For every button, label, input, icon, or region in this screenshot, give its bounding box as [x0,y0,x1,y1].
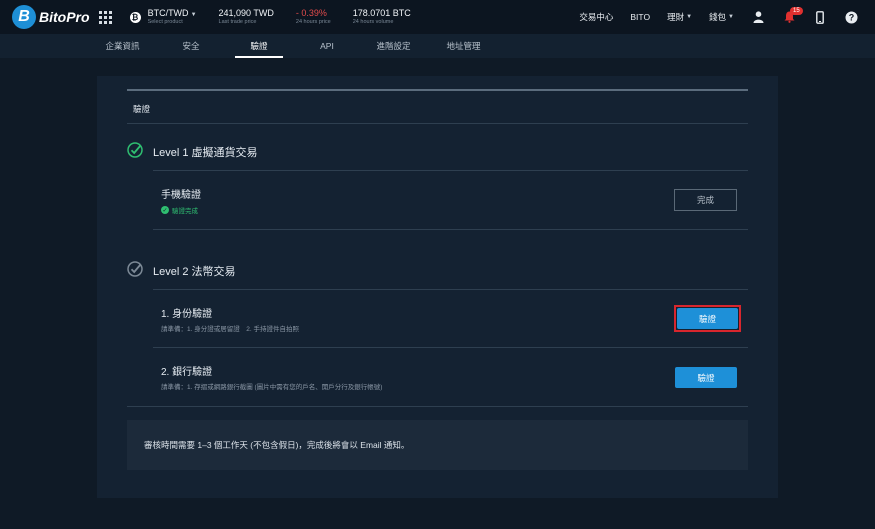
volume-value: 178.0701 BTC [352,7,411,18]
nav-wallet-label: 錢包 [709,12,727,22]
tab-security[interactable]: 安全 [168,34,214,58]
section-title: 驗證 [133,104,151,114]
price-change-label: 24 hours price [295,18,331,25]
review-time-notice: 審核時間需要 1–3 個工作天 (不包含假日)，完成後將會以 Email 通知。 [127,420,748,470]
bank-verification-requirements: 請準備：1. 存摺或網路銀行截圖 (圖片中需有您的戶名、開戶分行及銀行帳號) [161,384,383,391]
divider [127,406,748,407]
settings-tabs: 企業資訊 安全 驗證 API 進階設定 地址管理 [0,34,875,58]
nav-finance-label: 理財 [667,12,685,22]
tab-company-info[interactable]: 企業資訊 [95,34,150,58]
tab-verification[interactable]: 驗證 [235,34,283,58]
nav-bito[interactable]: BITO [630,12,650,22]
bank-verify-button[interactable]: 驗證 [675,367,737,388]
nav-finance[interactable]: 理財 ▼ [667,11,692,23]
nav-wallet[interactable]: 錢包 ▼ [709,11,734,23]
divider [153,289,748,290]
user-icon[interactable] [751,10,765,24]
brand-logo[interactable]: B BitoPro [12,0,90,34]
tab-address-management[interactable]: 地址管理 [436,34,491,58]
tab-api[interactable]: API [305,34,349,58]
top-right-nav: 交易中心 BITO 理財 ▼ 錢包 ▼ 15 ? [579,0,875,34]
level1-title: Level 1 虛擬通貨交易 [153,147,258,159]
tab-advanced-settings[interactable]: 進階設定 [366,34,421,58]
price-change-value: - 0.39% [295,7,327,18]
last-price: 241,090 TWD Last trade price [218,7,274,26]
apps-grid-icon[interactable] [98,10,112,24]
last-price-label: Last trade price [218,18,257,25]
divider [153,170,748,171]
pair-selector[interactable]: BTC/TWD ▼ Select product [147,7,197,26]
chevron-down-icon: ▼ [728,14,734,20]
pair-sub-label: Select product [147,18,183,25]
divider [127,123,748,124]
last-price-value: 241,090 TWD [218,7,274,18]
help-icon[interactable]: ? [844,10,858,24]
phone-verification-status-text: 驗證完成 [172,208,198,215]
bitopro-logo-icon: B [12,5,36,29]
volume-label: 24 hours volume [352,18,394,25]
ticker-bar: ₿ BTC/TWD ▼ Select product 241,090 TWD La… [129,7,433,26]
phone-verification-title: 手機驗證 [161,190,201,201]
divider [153,347,748,348]
notification-count-badge: 15 [790,7,803,15]
level2-check-icon [127,261,143,277]
nav-exchange[interactable]: 交易中心 [579,11,613,23]
panel-top-border [127,89,748,91]
brand-name: BitoPro [39,9,90,25]
chevron-down-icon: ▼ [686,14,693,20]
bank-verification-title: 2. 銀行驗證 [161,367,213,378]
identity-verification-title: 1. 身份驗證 [161,309,213,320]
mobile-app-icon[interactable] [813,10,827,24]
level2-title: Level 2 法幣交易 [153,266,236,278]
notification-bell-icon[interactable]: 15 [782,7,803,24]
svg-text:?: ? [848,12,854,22]
identity-verification-requirements: 請準備：1. 身分證或居留證 2. 手持證件自拍照 [161,326,299,333]
pair-label: BTC/TWD [147,7,189,18]
level1-check-icon [127,142,143,158]
identity-verify-button[interactable]: 驗證 [677,308,738,329]
volume: 178.0701 BTC 24 hours volume [352,7,411,26]
top-header: B BitoPro ₿ BTC/TWD ▼ Select product 241,… [0,0,875,34]
bitcoin-icon: ₿ [129,11,141,23]
check-circle-icon: ✓ [161,206,169,214]
divider [153,229,748,230]
phone-verification-status: ✓ 驗證完成 [161,205,198,215]
chevron-down-icon: ▼ [190,11,197,18]
price-change: - 0.39% 24 hours price [295,7,331,26]
phone-verification-done-button[interactable]: 完成 [674,189,737,211]
